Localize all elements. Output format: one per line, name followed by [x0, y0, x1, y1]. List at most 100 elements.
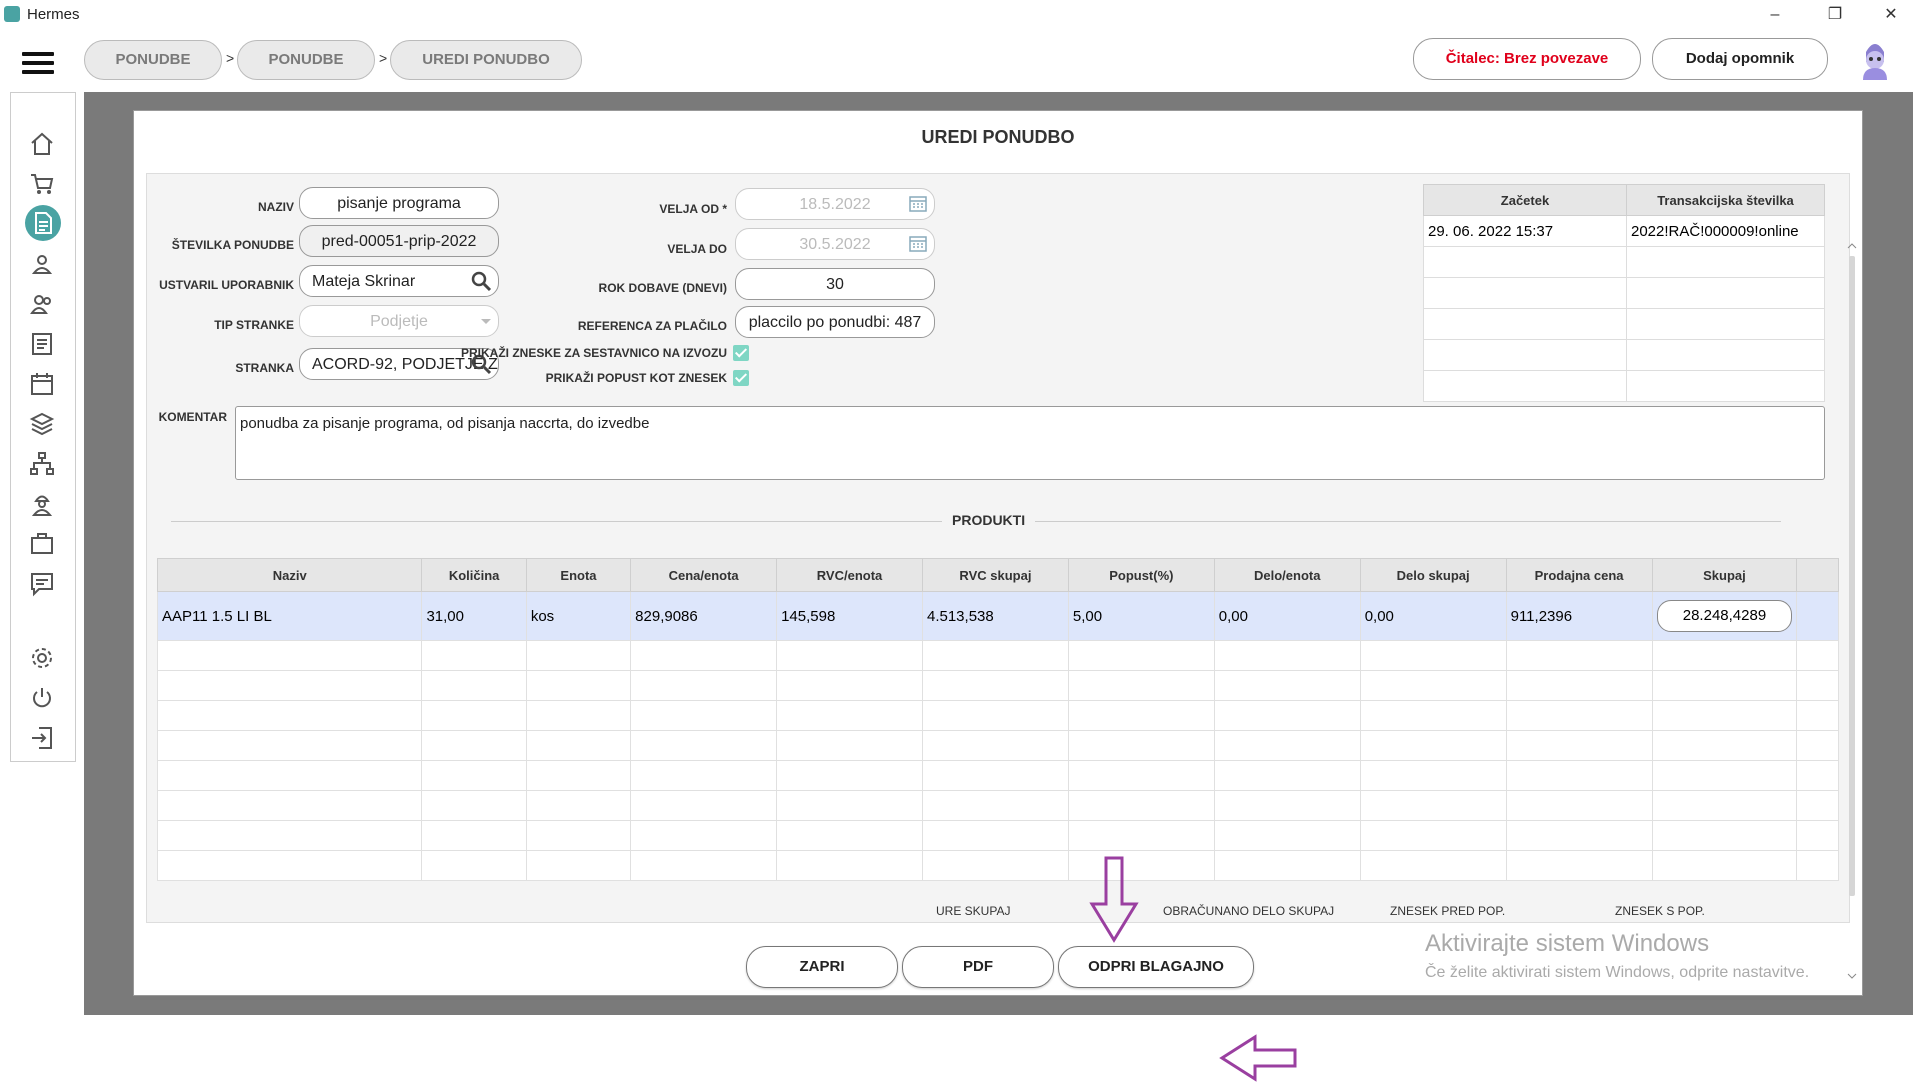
activation-watermark-title: Aktivirajte sistem Windows [1425, 930, 1710, 957]
worker-icon[interactable] [27, 489, 57, 519]
tip-label: TIP STRANKE [214, 318, 294, 332]
referenca-field[interactable]: placcilo po ponudbi: 487 [735, 306, 935, 338]
breadcrumb-separator: > [379, 50, 388, 66]
open-cash-register-button[interactable]: ODPRI BLAGAJNO [1058, 946, 1254, 988]
close-button[interactable]: ZAPRI [746, 946, 898, 988]
table-row[interactable] [156, 640, 1839, 671]
col-rvc-enota: RVC/enota [776, 558, 923, 592]
stranka-label: STRANKA [235, 361, 294, 375]
velja-do-label: VELJA DO [667, 242, 727, 256]
title-bar: Hermes – ❐ ✕ [0, 0, 1913, 30]
col-naziv: Naziv [156, 558, 423, 592]
dialog-content: NAZIV pisanje programa ŠTEVILKA PONUDBE … [146, 173, 1857, 979]
ustvaril-value: Mateja Skrinar [312, 273, 416, 290]
logout-icon[interactable] [27, 723, 57, 753]
home-icon[interactable] [27, 129, 57, 159]
naziv-label: NAZIV [258, 200, 294, 214]
top-bar: PONUDBE > PONUDBE > UREDI PONUDBO Čitale… [0, 30, 1913, 90]
col-transakcijska: Transakcijska številka [1626, 184, 1825, 216]
restore-button[interactable]: ❐ [1812, 2, 1858, 28]
prikazi-popust-checkbox[interactable] [733, 370, 749, 386]
document-icon[interactable] [25, 205, 61, 241]
ure-skupaj-label: URE SKUPAJ [936, 904, 1011, 918]
close-window-button[interactable]: ✕ [1868, 2, 1913, 28]
prikazi-zneske-label: PRIKAŽI ZNESKE ZA SESTAVNICO NA IZVOZU [460, 346, 727, 360]
velja-od-label: VELJA OD * [659, 202, 727, 216]
scrollbar[interactable] [1847, 242, 1857, 982]
col-kolicina: Količina [421, 558, 527, 592]
products-title: PRODUKTI [942, 512, 1036, 528]
table-row[interactable] [1423, 308, 1825, 340]
sidebar [10, 92, 76, 762]
col-delo-skupaj: Delo skupaj [1359, 558, 1507, 592]
reader-status-button[interactable]: Čitalec: Brez povezave [1413, 38, 1641, 80]
table-row[interactable] [156, 820, 1839, 851]
table-row[interactable] [156, 700, 1839, 731]
skupaj-input[interactable]: 28.248,4289 [1656, 600, 1793, 632]
layers-icon[interactable] [27, 409, 57, 439]
power-icon[interactable] [27, 683, 57, 713]
table-row[interactable] [1423, 370, 1825, 402]
edit-offer-dialog: UREDI PONUDBO NAZIV pisanje programa ŠTE… [133, 110, 1863, 1082]
komentar-label: KOMENTAR [158, 410, 227, 424]
col-prodajna-cena: Prodajna cena [1505, 558, 1653, 592]
users-icon[interactable] [27, 289, 57, 319]
delo-skupaj-label: OBRAČUNANO DELO SKUPAJ [1163, 904, 1335, 918]
col-popust: Popust(%) [1067, 558, 1215, 592]
list-icon[interactable] [27, 329, 57, 359]
col-zacetek: Začetek [1423, 184, 1627, 216]
transactions-table: Začetek Transakcijska številka 29. 06. 2… [1423, 184, 1825, 402]
rok-label: ROK DOBAVE (DNEVI) [598, 281, 727, 295]
komentar-textarea[interactable]: ponudba za pisanje programa, od pisanja … [235, 406, 1825, 480]
calendar-icon[interactable] [27, 369, 57, 399]
add-reminder-button[interactable]: Dodaj opomnik [1652, 38, 1828, 80]
menu-icon[interactable] [22, 52, 54, 74]
table-row[interactable] [156, 760, 1839, 791]
col-enota: Enota [525, 558, 632, 592]
rok-field[interactable]: 30 [735, 268, 935, 300]
breadcrumb-separator: > [226, 50, 235, 66]
table-row[interactable] [1423, 277, 1825, 309]
table-row[interactable] [156, 730, 1839, 761]
user-icon[interactable] [27, 249, 57, 279]
velja-od-field[interactable]: 18.5.2022 [735, 188, 935, 220]
table-row[interactable]: AAP11 1.5 LI BL 31,00 kos 829,9086 145,5… [156, 591, 1839, 641]
cart-icon[interactable] [27, 169, 57, 199]
breadcrumb-ponudbe-1[interactable]: PONUDBE [84, 40, 222, 80]
annotation-arrow-left-icon [1219, 1034, 1297, 1082]
avatar[interactable] [1858, 40, 1892, 80]
app-icon [4, 6, 20, 22]
breadcrumb-ponudbe-2[interactable]: PONUDBE [237, 40, 375, 80]
ustvaril-label: USTVARIL UPORABNIK [159, 278, 294, 292]
products-table: Naziv Količina Enota Cena/enota RVC/enot… [156, 558, 1839, 881]
pdf-button[interactable]: PDF [902, 946, 1054, 988]
table-row[interactable] [156, 670, 1839, 701]
table-row[interactable] [1423, 339, 1825, 371]
col-skupaj: Skupaj [1651, 558, 1798, 592]
table-row[interactable] [156, 790, 1839, 821]
velja-do-value: 30.5.2022 [799, 236, 871, 253]
briefcase-icon[interactable] [27, 529, 57, 559]
minimize-button[interactable]: – [1752, 2, 1798, 28]
table-row[interactable] [156, 850, 1839, 881]
calendar-icon[interactable] [908, 193, 928, 213]
znesek-s-pop-label: ZNESEK S POP. [1615, 904, 1705, 918]
col-cena-enota: Cena/enota [630, 558, 778, 592]
table-row[interactable] [1423, 246, 1825, 278]
dialog-title: UREDI PONUDBO [921, 127, 1075, 147]
velja-do-field[interactable]: 30.5.2022 [735, 228, 935, 260]
table-row[interactable]: 29. 06. 2022 15:37 2022!RAČ!000009!online [1423, 215, 1825, 247]
col-rvc-skupaj: RVC skupaj [921, 558, 1069, 592]
network-icon[interactable] [27, 449, 57, 479]
gear-icon[interactable] [27, 643, 57, 673]
breadcrumb-uredi-ponudbo[interactable]: UREDI PONUDBO [390, 40, 582, 80]
message-icon[interactable] [27, 569, 57, 599]
prikazi-zneske-checkbox[interactable] [733, 345, 749, 361]
calendar-icon[interactable] [908, 233, 928, 253]
velja-od-value: 18.5.2022 [799, 196, 871, 213]
col-extra [1796, 558, 1839, 592]
annotation-arrow-down-icon [1089, 856, 1139, 943]
prikazi-popust-label: PRIKAŽI POPUST KOT ZNESEK [545, 371, 727, 385]
window-title: Hermes [27, 6, 80, 23]
col-delo-enota: Delo/enota [1213, 558, 1361, 592]
